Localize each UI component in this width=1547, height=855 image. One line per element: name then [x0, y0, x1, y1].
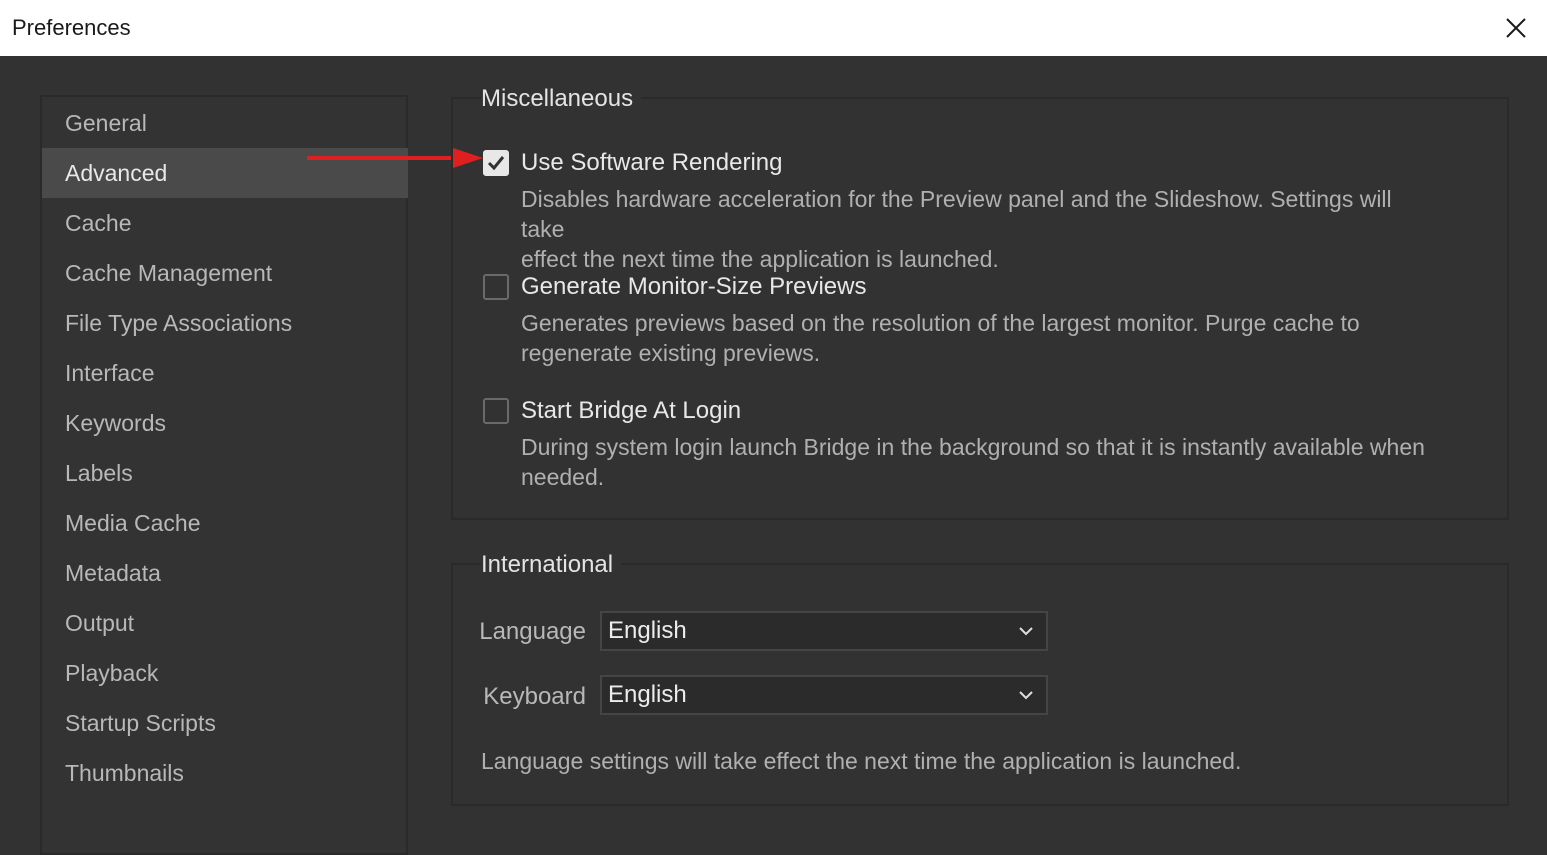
checkmark-icon [487, 156, 505, 171]
description-line: regenerate existing previews. [521, 340, 821, 366]
use-software-rendering-checkbox[interactable] [483, 150, 509, 176]
description-line: Generates previews based on the resoluti… [521, 310, 1360, 336]
keyboard-select[interactable]: English [600, 675, 1048, 715]
description-line: Disables hardware acceleration for the P… [521, 186, 1392, 242]
international-legend: International [481, 550, 622, 580]
generate-monitor-size-previews-description: Generates previews based on the resoluti… [521, 308, 1441, 368]
use-software-rendering-label[interactable]: Use Software Rendering [521, 148, 782, 178]
keyboard-select-value: English [608, 681, 687, 708]
preferences-sidebar: General Advanced Cache Cache Management … [40, 95, 408, 855]
sidebar-item-startup-scripts[interactable]: Startup Scripts [42, 698, 408, 748]
language-select-value: English [608, 617, 687, 644]
close-button[interactable] [1496, 8, 1536, 48]
close-icon [1506, 18, 1526, 38]
sidebar-item-metadata[interactable]: Metadata [42, 548, 408, 598]
sidebar-item-keywords[interactable]: Keywords [42, 398, 408, 448]
title-bar: Preferences [0, 0, 1547, 56]
generate-monitor-size-previews-label[interactable]: Generate Monitor-Size Previews [521, 272, 866, 302]
generate-monitor-size-previews-checkbox[interactable] [483, 274, 509, 300]
sidebar-item-file-type-associations[interactable]: File Type Associations [42, 298, 408, 348]
sidebar-item-output[interactable]: Output [42, 598, 408, 648]
chevron-down-icon [1019, 627, 1033, 636]
start-bridge-at-login-checkbox[interactable] [483, 398, 509, 424]
start-bridge-at-login-description: During system login launch Bridge in the… [521, 432, 1441, 492]
language-select[interactable]: English [600, 611, 1048, 651]
sidebar-item-cache[interactable]: Cache [42, 198, 408, 248]
description-line: needed. [521, 464, 605, 490]
description-line: effect the next time the application is … [521, 246, 999, 272]
chevron-down-icon [1019, 691, 1033, 700]
language-settings-note: Language settings will take effect the n… [481, 748, 1242, 774]
sidebar-item-cache-management[interactable]: Cache Management [42, 248, 408, 298]
sidebar-item-interface[interactable]: Interface [42, 348, 408, 398]
sidebar-item-general[interactable]: General [42, 98, 408, 148]
sidebar-item-media-cache[interactable]: Media Cache [42, 498, 408, 548]
language-label: Language [479, 618, 586, 645]
keyboard-label: Keyboard [483, 683, 586, 710]
start-bridge-at-login-label[interactable]: Start Bridge At Login [521, 396, 741, 426]
sidebar-item-thumbnails[interactable]: Thumbnails [42, 748, 408, 798]
miscellaneous-legend: Miscellaneous [481, 84, 642, 114]
sidebar-item-playback[interactable]: Playback [42, 648, 408, 698]
description-line: During system login launch Bridge in the… [521, 434, 1425, 460]
sidebar-item-labels[interactable]: Labels [42, 448, 408, 498]
use-software-rendering-description: Disables hardware acceleration for the P… [521, 184, 1441, 274]
window-title: Preferences [12, 15, 131, 40]
